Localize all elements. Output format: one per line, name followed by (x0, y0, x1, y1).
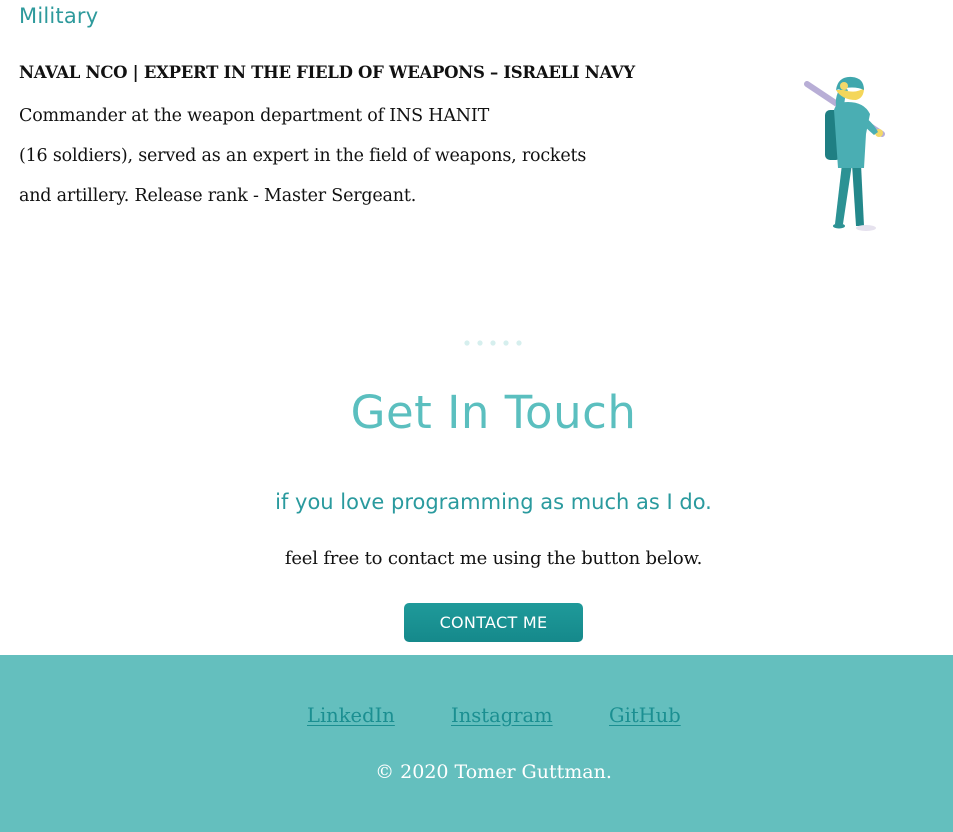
job-description-line: and artillery. Release rank - Master Ser… (19, 186, 417, 206)
contact-title: Get In Touch (350, 386, 637, 439)
job-description: Commander at the weapon department of IN… (19, 96, 699, 216)
copyright: © 2020 Tomer Guttman. (0, 761, 953, 783)
contact-subtitle: if you love programming as much as I do. (275, 490, 712, 514)
github-link[interactable]: GitHub (609, 704, 681, 727)
soldier-illustration (804, 76, 885, 231)
job-description-line: Commander at the weapon department of IN… (19, 106, 490, 126)
footer: LinkedIn Instagram GitHub © 2020 Tomer G… (0, 655, 953, 832)
instagram-link[interactable]: Instagram (451, 704, 553, 727)
dots-separator (464, 340, 522, 346)
section-title: Military (19, 4, 99, 28)
military-section: Military NAVAL NCO | EXPERT IN THE FIELD… (0, 0, 953, 290)
copyright-text: © 2020 Tomer Guttman. (375, 761, 612, 783)
job-title: NAVAL NCO | EXPERT IN THE FIELD OF WEAPO… (19, 63, 635, 82)
contact-me-button[interactable]: CONTACT ME (404, 603, 583, 642)
contact-text: feel free to contact me using the button… (284, 548, 703, 569)
job-description-line: (16 soldiers), served as an expert in th… (19, 146, 587, 166)
linkedin-link[interactable]: LinkedIn (307, 704, 395, 727)
